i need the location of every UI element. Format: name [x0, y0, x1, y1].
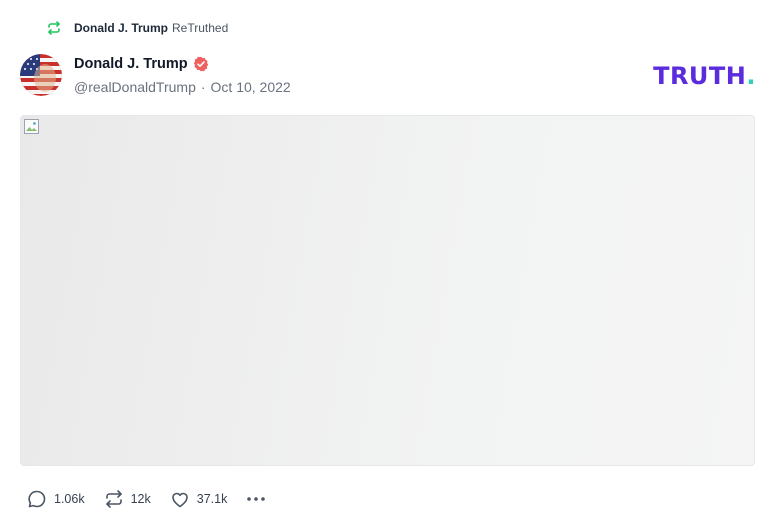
avatar[interactable]: [20, 54, 62, 96]
broken-image-icon: [24, 119, 39, 134]
retruth-header: Donald J. Trump ReTruthed: [46, 18, 228, 38]
more-options-button[interactable]: [245, 488, 267, 510]
reply-button[interactable]: 1.06k: [26, 488, 85, 510]
retruth-count: 12k: [130, 492, 151, 506]
reply-icon: [26, 488, 48, 510]
like-icon: [169, 488, 191, 510]
verified-badge-icon: [193, 56, 209, 72]
retruth-user-link[interactable]: Donald J. Trump: [74, 21, 168, 35]
retruth-icon: [103, 488, 125, 510]
retruth-label: ReTruthed: [172, 21, 229, 35]
post-actions: 1.06k 12k 37.1k: [26, 488, 267, 510]
retruth-icon: [46, 20, 62, 36]
like-count: 37.1k: [196, 492, 228, 506]
logo-dot: .: [746, 62, 756, 90]
like-button[interactable]: 37.1k: [169, 488, 228, 510]
post-media-image[interactable]: [20, 115, 755, 466]
logo-text: TRUTH: [653, 62, 747, 90]
truth-social-logo: TRUTH.: [653, 62, 756, 90]
author-display-name[interactable]: Donald J. Trump: [74, 56, 188, 72]
post-date[interactable]: Oct 10, 2022: [211, 79, 291, 95]
meta-separator: ·: [200, 79, 206, 95]
post-author: Donald J. Trump @realDonaldTrump · Oct 1…: [74, 54, 291, 95]
author-handle[interactable]: @realDonaldTrump: [74, 79, 196, 95]
more-icon: [245, 488, 267, 510]
reply-count: 1.06k: [54, 492, 85, 506]
retruth-button[interactable]: 12k: [103, 488, 151, 510]
